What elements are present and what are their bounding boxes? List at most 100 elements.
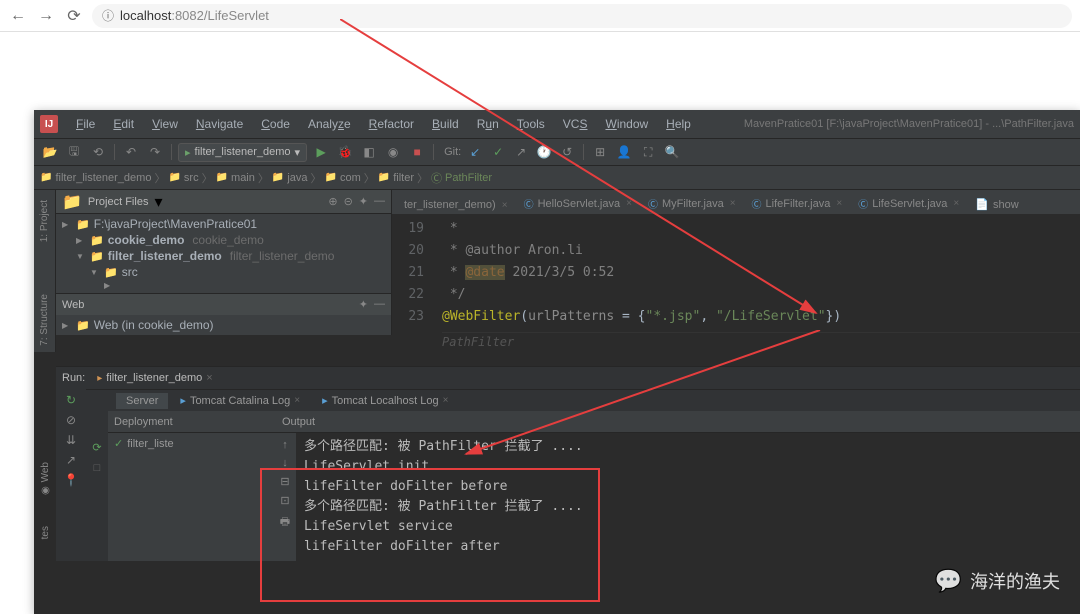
redo-icon[interactable]: ↷: [145, 142, 165, 162]
web-tool[interactable]: ◉ Web: [40, 462, 51, 496]
back-button[interactable]: ←: [8, 6, 28, 26]
deploy-item[interactable]: ✓ filter_liste: [108, 433, 274, 454]
tab-helloservlet[interactable]: ⒸHelloServlet.java×: [516, 193, 640, 214]
menu-code[interactable]: Code: [253, 115, 298, 133]
project-tool[interactable]: 1: Project: [39, 194, 50, 248]
menu-edit[interactable]: Edit: [105, 115, 142, 133]
web-panel-header: Web ✦ —: [56, 293, 391, 315]
git-label: Git:: [444, 146, 461, 158]
run-pin-icon[interactable]: 📍: [64, 473, 79, 487]
avatar-icon[interactable]: 👤: [614, 142, 634, 162]
out-print-icon[interactable]: 🖶: [280, 513, 290, 532]
structure-tool[interactable]: 7: Structure: [39, 288, 50, 352]
info-icon: ⓘ: [102, 7, 114, 24]
rerun-icon[interactable]: ↻: [66, 393, 76, 407]
bc-root[interactable]: 📁filter_listener_demo: [40, 172, 151, 184]
menu-window[interactable]: Window: [597, 115, 656, 133]
tree-more[interactable]: ▶: [56, 280, 391, 291]
tree-src[interactable]: ▼📁src: [56, 264, 391, 280]
run-tab[interactable]: ▸ filter_listener_demo ×: [91, 370, 218, 386]
code-editor[interactable]: 1920212223 * * @author Aron.li * @date 2…: [392, 214, 1080, 351]
structure-icon[interactable]: ⊞: [590, 142, 610, 162]
bc-filter[interactable]: 📁filter: [378, 172, 414, 184]
out-wrap-icon[interactable]: ⊟: [280, 475, 289, 488]
deploy-box-icon[interactable]: □: [94, 462, 101, 474]
git-history-icon[interactable]: 🕐: [534, 142, 554, 162]
editor-tabs: ter_listener_demo)× ⒸHelloServlet.java× …: [392, 190, 1080, 214]
git-rollback-icon[interactable]: ↺: [557, 142, 577, 162]
web-gear-icon[interactable]: ✦: [359, 298, 368, 311]
locate-icon[interactable]: ⊝: [344, 195, 353, 208]
menu-build[interactable]: Build: [424, 115, 467, 133]
menu-analyze[interactable]: Analyze: [300, 115, 359, 133]
git-commit-icon[interactable]: ✓: [488, 142, 508, 162]
run-down-icon[interactable]: ⇊: [66, 433, 76, 447]
run-icon[interactable]: ▶: [311, 142, 331, 162]
sync-icon[interactable]: ⟲: [88, 142, 108, 162]
out-down-icon[interactable]: ↓: [282, 457, 288, 469]
project-tree: ▶📁F:\javaProject\MavenPratice01 ▶📁cookie…: [56, 214, 391, 293]
expand-icon[interactable]: ⛶: [638, 142, 658, 162]
hide-icon[interactable]: —: [374, 195, 385, 208]
output-actions: ↑ ↓ ⊟ ⊡ 🖶: [274, 433, 296, 561]
run-header: Run: ▸ filter_listener_demo ×: [56, 367, 1080, 389]
tree-root[interactable]: ▶📁F:\javaProject\MavenPratice01: [56, 216, 391, 232]
out-scroll-icon[interactable]: ⊡: [280, 494, 289, 507]
wechat-icon: 💬: [935, 568, 962, 594]
bc-class[interactable]: Ⓒ PathFilter: [431, 170, 492, 186]
coverage-icon[interactable]: ◧: [359, 142, 379, 162]
menu-tools[interactable]: Tools: [509, 115, 553, 133]
app-icon: IJ: [40, 115, 58, 133]
run-settings-icon[interactable]: ↗: [66, 453, 76, 467]
tab-lifefilter[interactable]: ⒸLifeFilter.java×: [744, 193, 851, 214]
console-line: lifeFilter doFilter after: [304, 537, 1072, 557]
bc-java[interactable]: 📁java: [272, 172, 308, 184]
bc-com[interactable]: 📁com: [325, 172, 361, 184]
tab-myfilter[interactable]: ⒸMyFilter.java×: [640, 193, 744, 214]
tab-show[interactable]: 📄show: [967, 195, 1026, 214]
collapse-icon[interactable]: ⊕: [328, 195, 337, 208]
tree-cookie[interactable]: ▶📁cookie_democookie_demo: [56, 232, 391, 248]
menu-refactor[interactable]: Refactor: [361, 115, 422, 133]
reload-button[interactable]: ⟳: [64, 6, 84, 26]
bottom-left-rail: ◉ Web tes: [34, 462, 56, 540]
subtab-localhost[interactable]: ▸Tomcat Localhost Log×: [312, 392, 458, 409]
menu-navigate[interactable]: Navigate: [188, 115, 251, 133]
git-push-icon[interactable]: ↗: [511, 142, 531, 162]
url-bar[interactable]: ⓘ localhost:8082/LifeServlet: [92, 4, 1072, 28]
save-icon[interactable]: 🖫: [64, 142, 84, 162]
deploy-sync-icon[interactable]: ⟳: [92, 441, 101, 454]
tab-pom[interactable]: ter_listener_demo)×: [396, 196, 516, 214]
menu-file[interactable]: File: [68, 115, 103, 133]
output-column: Output ↑ ↓ ⊟ ⊡ 🖶 多个路径匹配: 被 PathFilter 拦截…: [274, 411, 1080, 561]
undo-icon[interactable]: ↶: [121, 142, 141, 162]
gear-icon[interactable]: ✦: [359, 195, 368, 208]
out-up-icon[interactable]: ↑: [282, 439, 288, 451]
forward-button[interactable]: →: [36, 6, 56, 26]
fav-tool[interactable]: tes: [40, 526, 51, 539]
run-config-selector[interactable]: ▸ filter_listener_demo ▾: [178, 143, 307, 162]
tab-lifeservlet[interactable]: ⒸLifeServlet.java×: [850, 193, 967, 214]
menu-view[interactable]: View: [144, 115, 186, 133]
bc-src[interactable]: 📁src: [168, 172, 198, 184]
breadcrumb: 📁filter_listener_demo 〉 📁src 〉 📁main 〉 📁…: [34, 166, 1080, 190]
git-update-icon[interactable]: ↙: [465, 142, 485, 162]
run-stop-icon[interactable]: ⊘: [66, 413, 76, 427]
open-icon[interactable]: 📂: [40, 142, 60, 162]
console-output[interactable]: 多个路径匹配: 被 PathFilter 拦截了 .... LifeServle…: [296, 433, 1080, 561]
tree-filter[interactable]: ▼📁filter_listener_demofilter_listener_de…: [56, 248, 391, 264]
bc-main[interactable]: 📁main: [216, 172, 255, 184]
subtab-server[interactable]: Server: [116, 393, 168, 409]
web-item[interactable]: ▶📁Web (in cookie_demo): [56, 317, 391, 333]
subtab-catalina[interactable]: ▸Tomcat Catalina Log×: [170, 392, 310, 409]
profile-icon[interactable]: ◉: [383, 142, 403, 162]
deploy-column: Deployment ✓ filter_liste: [108, 411, 274, 561]
stop-icon[interactable]: ■: [407, 142, 427, 162]
menu-vcs[interactable]: VCS: [555, 115, 596, 133]
search-icon[interactable]: 🔍: [662, 142, 682, 162]
menu-run[interactable]: Run: [469, 115, 507, 133]
project-title[interactable]: Project Files: [88, 196, 149, 208]
menu-help[interactable]: Help: [658, 115, 699, 133]
debug-icon[interactable]: 🐞: [335, 142, 355, 162]
web-hide-icon[interactable]: —: [374, 298, 385, 311]
